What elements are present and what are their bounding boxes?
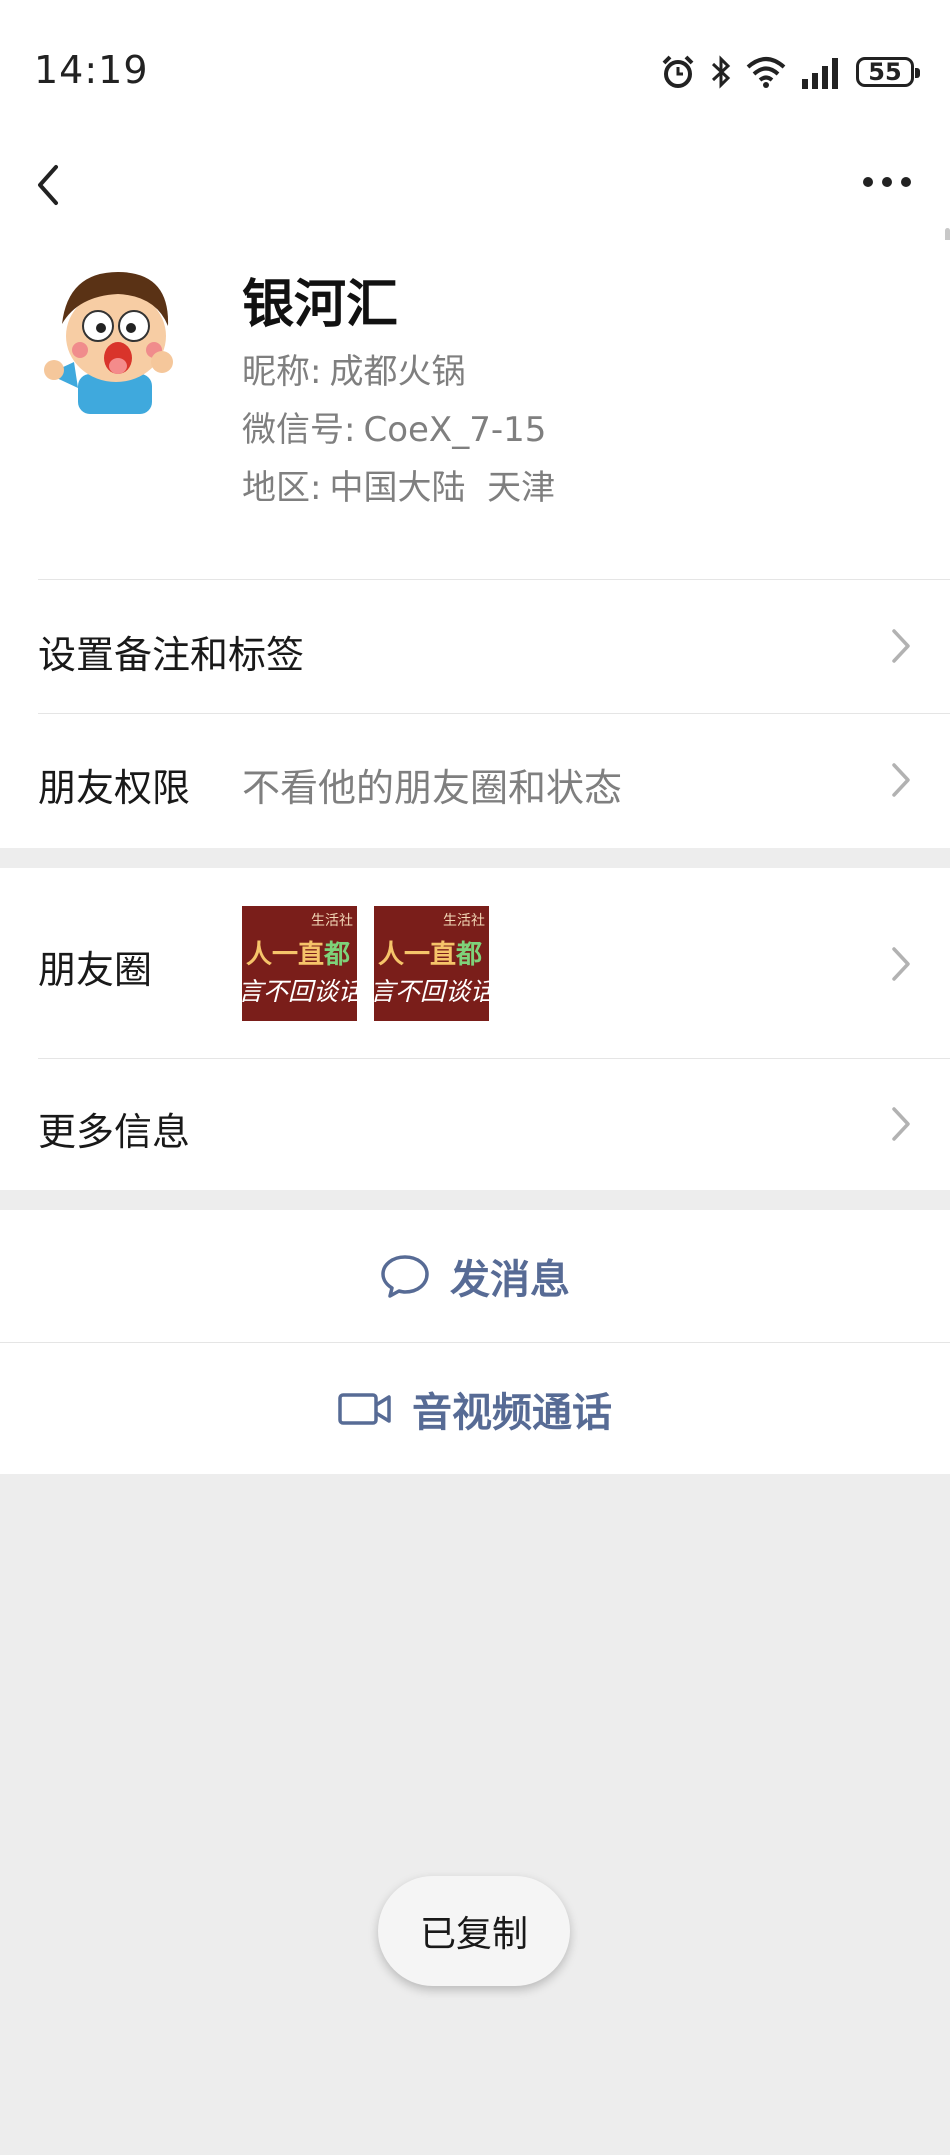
friend-permission-label: 朋友权限: [38, 766, 191, 810]
thumbnail-text-b: 都: [456, 940, 483, 970]
thumbnail-text: 人一直都: [378, 934, 482, 971]
region-value: 中国大陆 天津: [329, 468, 556, 508]
settings-section: 设置备注和标签 朋友权限 不看他的朋友圈和状态: [0, 580, 950, 848]
moments-section: 朋友圈 生活社 人一直都 言不回谈话 生活社 人一直都 言不回谈话 更多信息: [0, 868, 950, 1190]
chevron-left-icon[interactable]: [26, 150, 86, 220]
chevron-right-icon: [892, 629, 910, 663]
video-call-label: 音视频通话: [412, 1389, 612, 1436]
thumbnail-text: 人一直都: [246, 934, 350, 971]
region-label: 地区:: [242, 468, 322, 508]
thumbnail-text: 生活社: [443, 913, 485, 929]
signal-icon: [802, 58, 838, 89]
thumbnail-text: 言不回谈话: [242, 977, 357, 1006]
copied-toast: 已复制: [378, 1876, 570, 1986]
region-line: 地区: 中国大陆 天津: [242, 460, 555, 509]
nickname-line: 昵称: 成都火锅: [242, 344, 465, 393]
actions-section: 发消息 音视频通话: [0, 1210, 950, 1474]
chevron-right-icon: [892, 1107, 910, 1141]
thumbnail-text-a: 人一直: [246, 940, 325, 970]
send-message-button[interactable]: 发消息: [0, 1210, 950, 1342]
status-icons: 55: [660, 50, 920, 94]
thumbnail-text-a: 人一直: [378, 940, 457, 970]
chat-bubble-icon: [381, 1255, 429, 1298]
moment-thumbnail: 生活社 人一直都 言不回谈话: [242, 906, 357, 1021]
nickname-label: 昵称:: [242, 352, 322, 392]
moments-row[interactable]: 朋友圈 生活社 人一直都 言不回谈话 生活社 人一直都 言不回谈话: [0, 868, 950, 1058]
send-message-label: 发消息: [450, 1257, 570, 1303]
moment-thumbnail: 生活社 人一直都 言不回谈话: [374, 906, 489, 1021]
wifi-icon: [746, 57, 786, 88]
moments-label: 朋友圈: [38, 948, 153, 992]
more-info-row[interactable]: 更多信息: [0, 1059, 950, 1190]
wechat-id-line[interactable]: 微信号: CoeX_7-15: [242, 402, 546, 451]
thumbnail-text-b: 都: [324, 940, 351, 970]
profile-card: 银河汇 昵称: 成都火锅 微信号: CoeX_7-15 地区: 中国大陆 天津: [0, 240, 950, 580]
wechat-id-label: 微信号:: [242, 410, 356, 450]
thumbnail-text: 生活社: [311, 913, 353, 929]
status-time: 14:19: [34, 48, 149, 92]
friend-permission-value: 不看他的朋友圈和状态: [242, 766, 623, 810]
battery-icon: 55: [856, 57, 920, 87]
wechat-id-value[interactable]: CoeX_7-15: [363, 410, 546, 450]
nickname-value: 成都火锅: [329, 352, 466, 392]
video-camera-icon: [338, 1392, 391, 1425]
remark-tags-row[interactable]: 设置备注和标签: [0, 580, 950, 713]
avatar[interactable]: [38, 262, 190, 414]
video-call-button[interactable]: 音视频通话: [0, 1343, 950, 1474]
remark-tags-label: 设置备注和标签: [38, 633, 305, 677]
more-dots-icon[interactable]: [854, 150, 924, 220]
thumbnail-text: 言不回谈话: [374, 977, 489, 1006]
more-info-label: 更多信息: [38, 1110, 191, 1154]
friend-permission-row[interactable]: 朋友权限 不看他的朋友圈和状态: [0, 714, 950, 848]
chevron-right-icon: [892, 947, 910, 981]
nav-bar: [0, 140, 950, 240]
chevron-right-icon: [892, 763, 910, 797]
contact-name: 银河汇: [242, 275, 399, 335]
alarm-icon: [662, 55, 694, 88]
status-bar: 14:19 55: [0, 0, 950, 140]
bluetooth-icon: [711, 55, 731, 89]
